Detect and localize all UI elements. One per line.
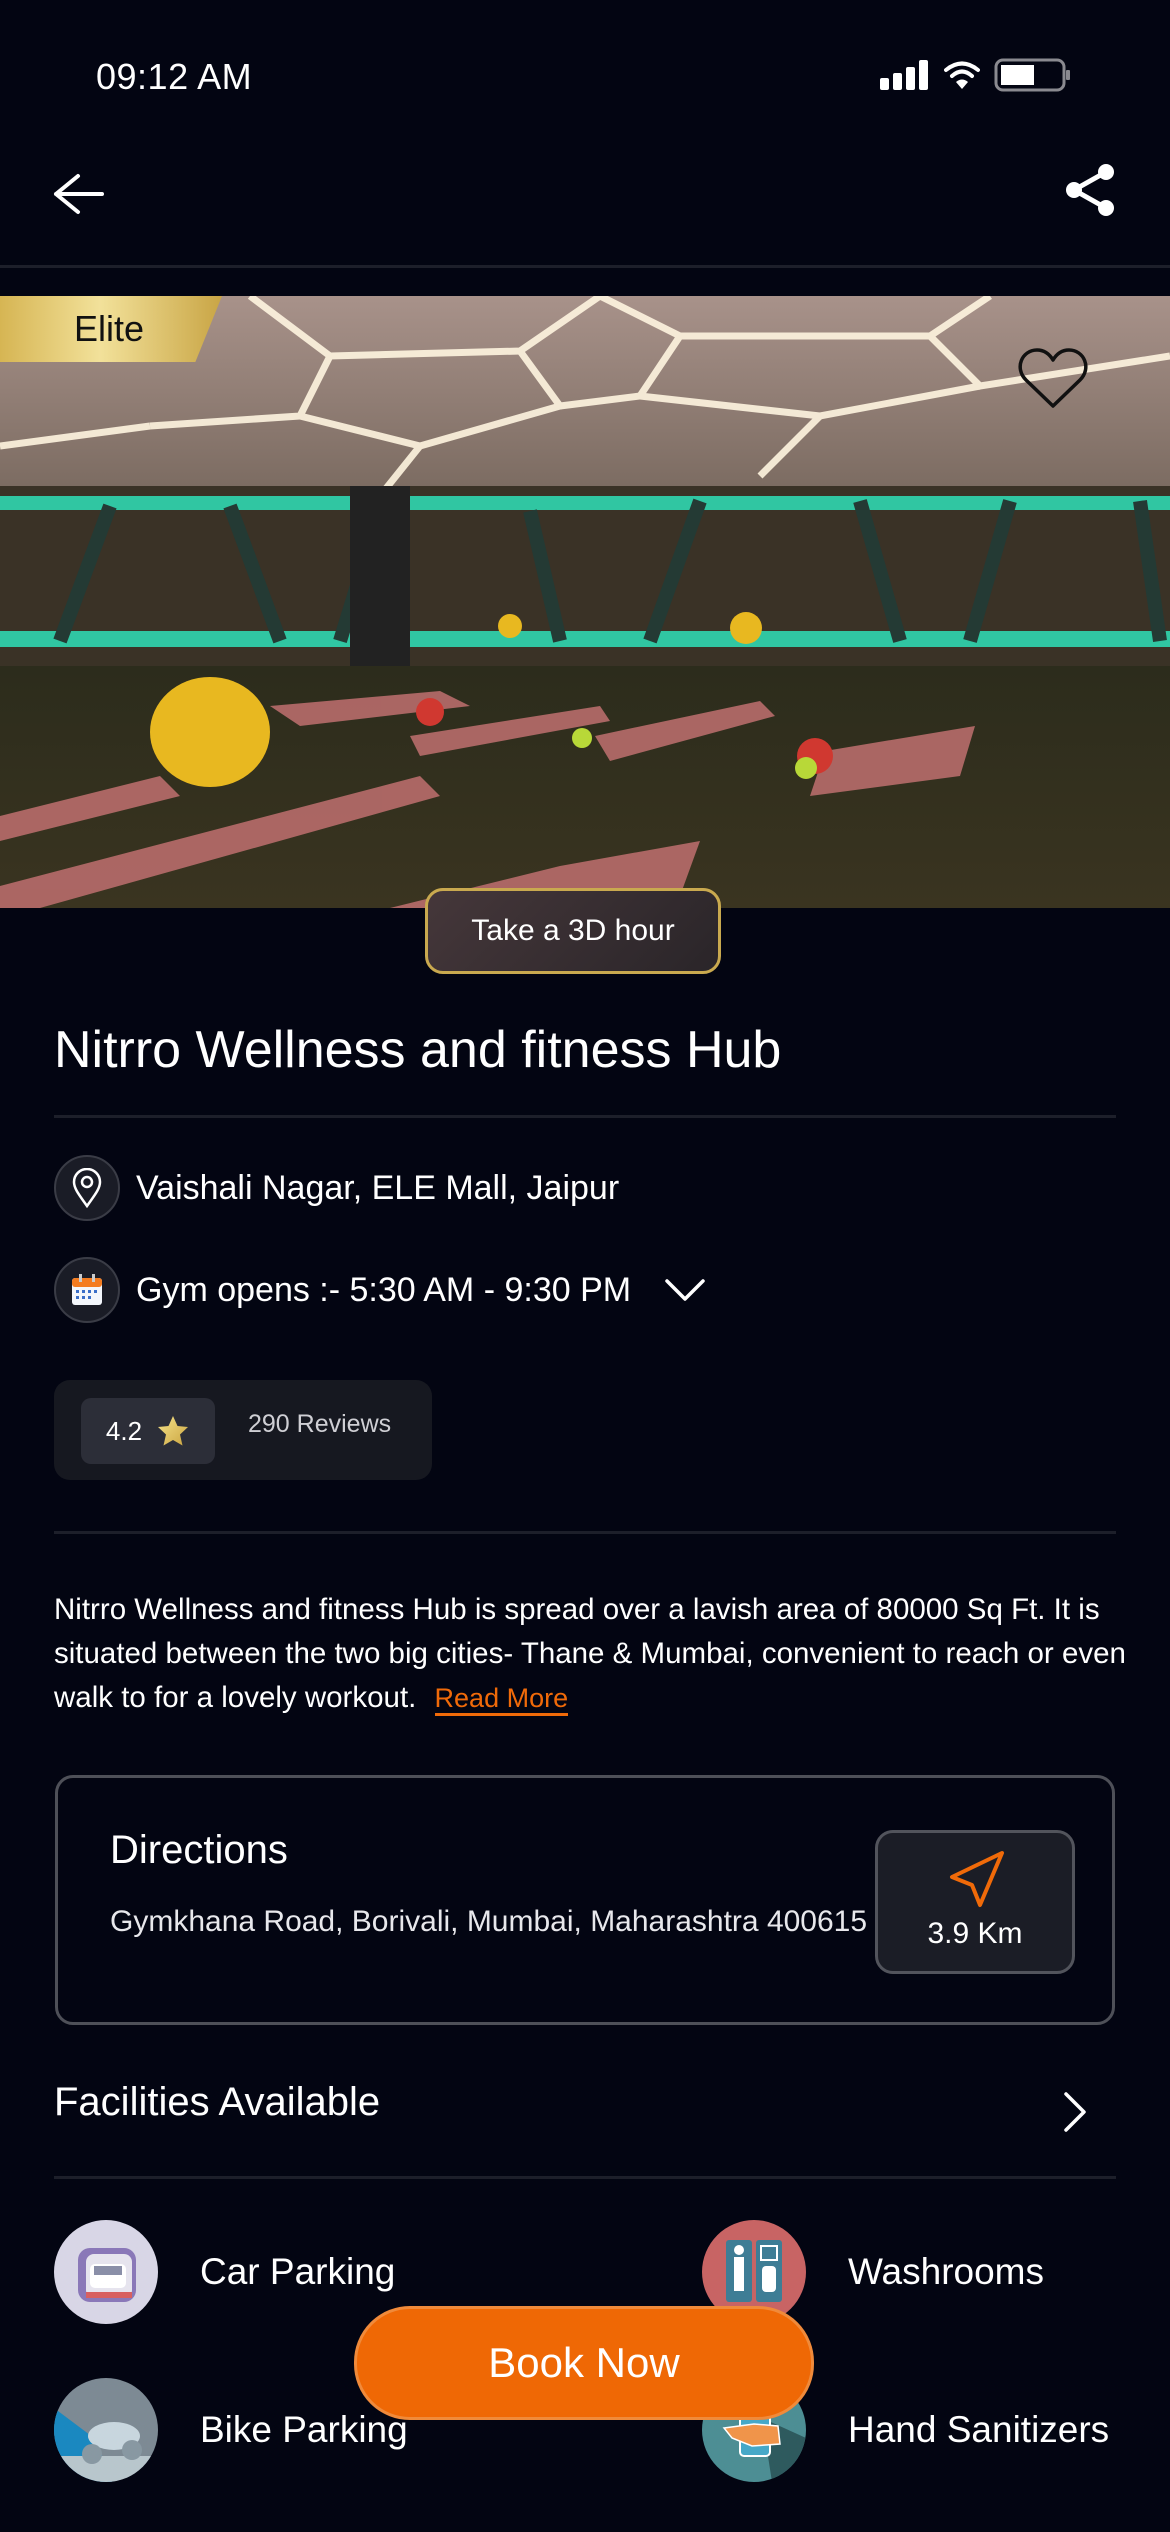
car-parking-icon	[54, 2220, 158, 2324]
top-nav-bar	[0, 140, 1170, 268]
back-button[interactable]	[50, 164, 110, 224]
facility-label: Hand Sanitizers	[848, 2409, 1110, 2450]
facility-item: Bike Parking	[54, 2378, 408, 2482]
3d-tour-button[interactable]: Take a 3D hour	[425, 888, 721, 974]
reviews-count[interactable]: 290 Reviews	[248, 1410, 391, 1439]
location-pin-icon	[54, 1155, 120, 1221]
calendar-icon	[54, 1257, 120, 1323]
chevron-right-icon[interactable]	[1060, 2090, 1090, 2134]
star-icon	[158, 1416, 189, 1446]
heart-outline-icon	[1018, 348, 1088, 408]
facilities-title[interactable]: Facilities Available	[54, 2080, 380, 2125]
favorite-button[interactable]	[1016, 344, 1090, 412]
hours-row[interactable]: Gym opens :- 5:30 AM - 9:30 PM	[54, 1257, 707, 1323]
rating-badge: 4.2	[81, 1398, 215, 1464]
location-row[interactable]: Vaishali Nagar, ELE Mall, Jaipur	[54, 1155, 619, 1221]
bike-parking-icon	[54, 2378, 158, 2482]
gym-hero-image[interactable]: Elite	[0, 296, 1170, 908]
facility-label: Bike Parking	[200, 2409, 408, 2450]
rating-value: 4.2	[105, 1415, 143, 1446]
read-more-link[interactable]: Read More	[434, 1683, 569, 1716]
facility-item: Car Parking	[54, 2220, 395, 2324]
book-now-button[interactable]: Book Now	[354, 2306, 814, 2420]
battery-icon	[994, 58, 1070, 92]
navigation-arrow-icon	[950, 1851, 1004, 1907]
gym-title: Nitrro Wellness and fitness Hub	[54, 1021, 782, 1079]
status-icons	[880, 58, 1074, 92]
description-text: Nitrro Wellness and fitness Hub is sprea…	[54, 1593, 1126, 1714]
elite-badge: Elite	[0, 296, 222, 362]
gym-description: Nitrro Wellness and fitness Hub is sprea…	[54, 1588, 1134, 1720]
rating-card[interactable]: 4.2 290 Reviews	[54, 1380, 432, 1480]
facility-label: Washrooms	[848, 2251, 1045, 2292]
share-button[interactable]	[1060, 160, 1120, 220]
status-bar: 09:12 AM	[0, 0, 1170, 140]
divider	[54, 1531, 1116, 1534]
directions-title: Directions	[110, 1828, 288, 1872]
directions-address: Gymkhana Road, Borivali, Mumbai, Maharas…	[110, 1905, 868, 1938]
directions-card: Directions Gymkhana Road, Borivali, Mumb…	[55, 1775, 1115, 2025]
status-time: 09:12 AM	[96, 56, 253, 97]
signal-icon	[880, 60, 928, 90]
hours-text: Gym opens :- 5:30 AM - 9:30 PM	[136, 1270, 632, 1309]
wifi-icon	[944, 61, 980, 89]
divider	[54, 1115, 1116, 1118]
divider	[54, 2176, 1116, 2179]
navigate-button[interactable]: 3.9 Km	[875, 1830, 1075, 1974]
location-text: Vaishali Nagar, ELE Mall, Jaipur	[136, 1168, 620, 1207]
share-icon	[1066, 164, 1114, 216]
facility-label: Car Parking	[200, 2251, 396, 2292]
distance-value: 3.9 Km	[927, 1917, 1023, 1950]
gym-photo	[0, 296, 1170, 908]
arrow-left-icon	[54, 174, 104, 214]
chevron-down-icon[interactable]	[663, 1275, 707, 1305]
